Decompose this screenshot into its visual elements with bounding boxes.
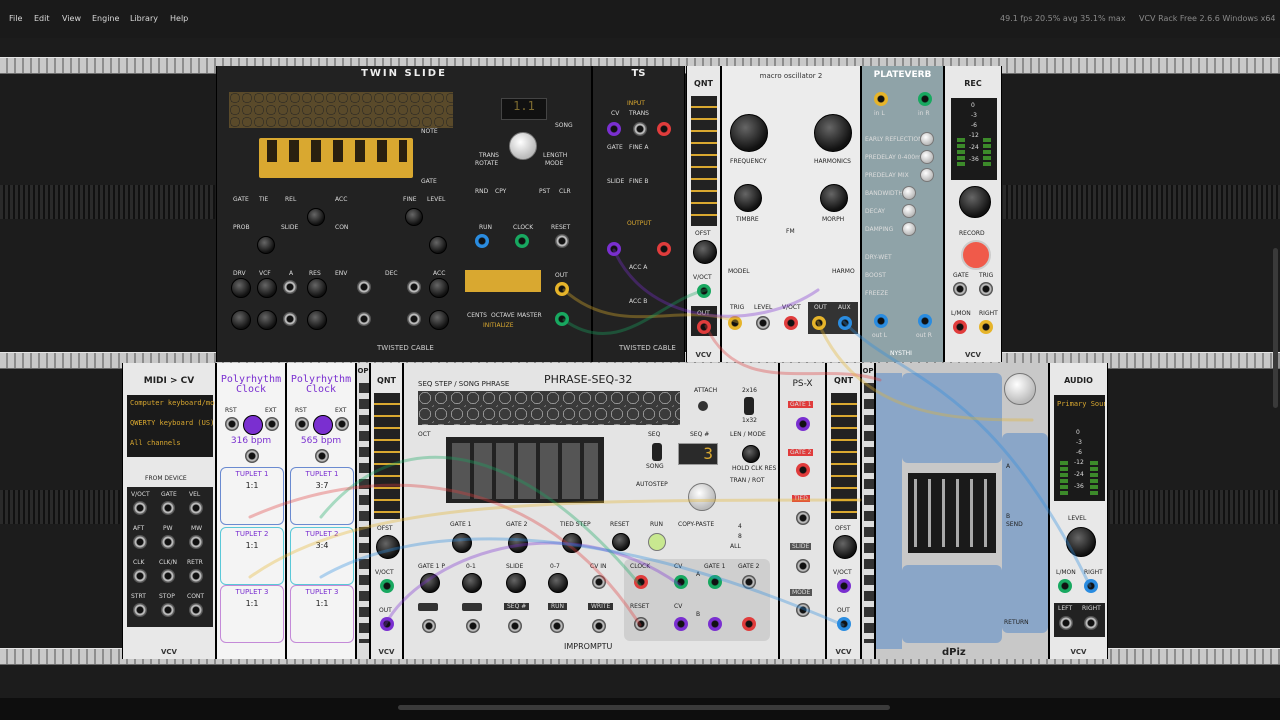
cable-purple[interactable]: [612, 248, 820, 318]
cable-red-2[interactable]: [248, 483, 642, 627]
cable-yellow-2[interactable]: [816, 320, 1034, 422]
cable-red[interactable]: [704, 324, 882, 382]
cable-green[interactable]: [562, 288, 708, 335]
cable-blue[interactable]: [842, 320, 1092, 588]
vertical-scrollbar[interactable]: [1273, 248, 1278, 408]
horizontal-scrollbar[interactable]: [398, 705, 890, 710]
cable-layer[interactable]: [0, 0, 1280, 720]
cable-blue-2[interactable]: [319, 537, 845, 627]
